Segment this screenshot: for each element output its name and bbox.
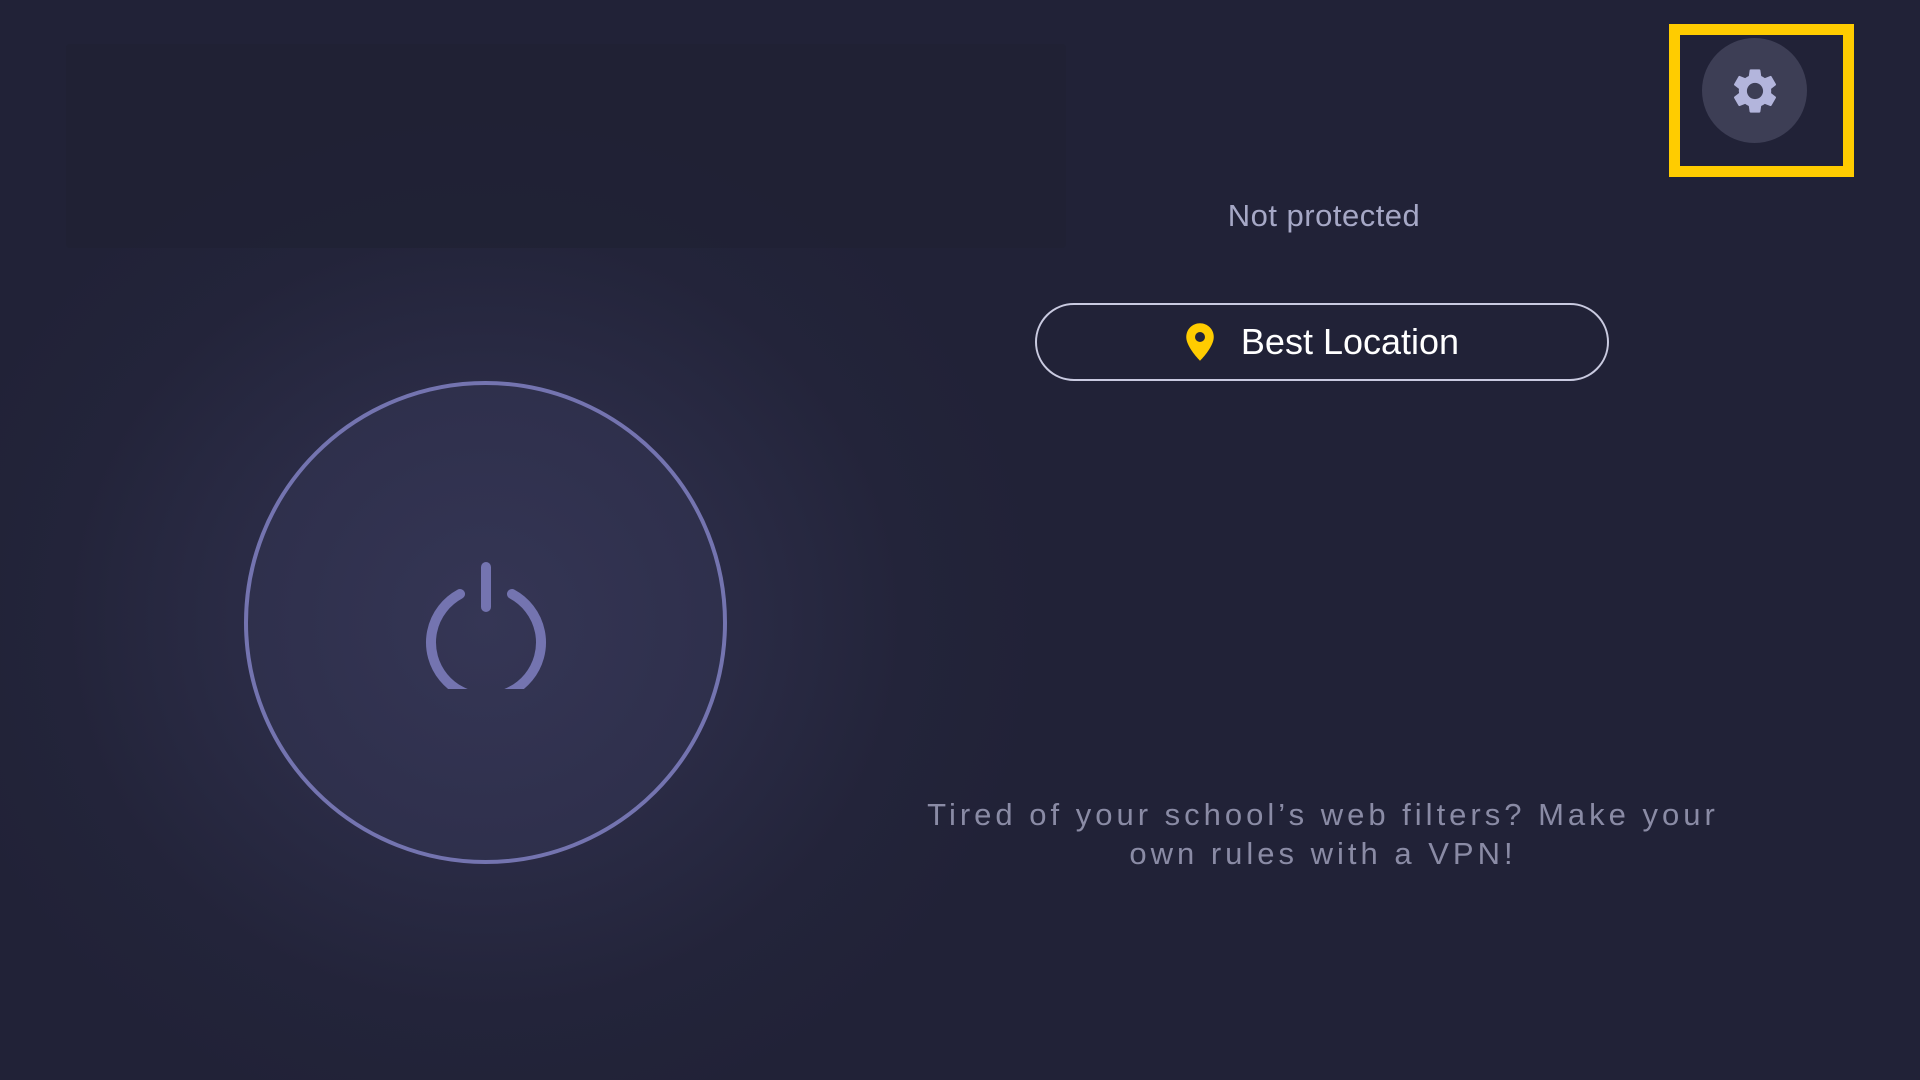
connect-power-button[interactable] [244,381,727,864]
location-label: Best Location [1240,321,1460,362]
location-pin-icon [1185,323,1215,361]
gear-icon [1733,68,1776,113]
power-icon [424,557,548,689]
location-selector-button[interactable]: Best Location [1035,303,1609,381]
promo-message: Tired of your school’s web filters? Make… [927,797,1719,871]
settings-button[interactable] [1702,38,1807,143]
logo-area [66,44,1066,248]
connection-status: Not protected [1227,198,1421,233]
